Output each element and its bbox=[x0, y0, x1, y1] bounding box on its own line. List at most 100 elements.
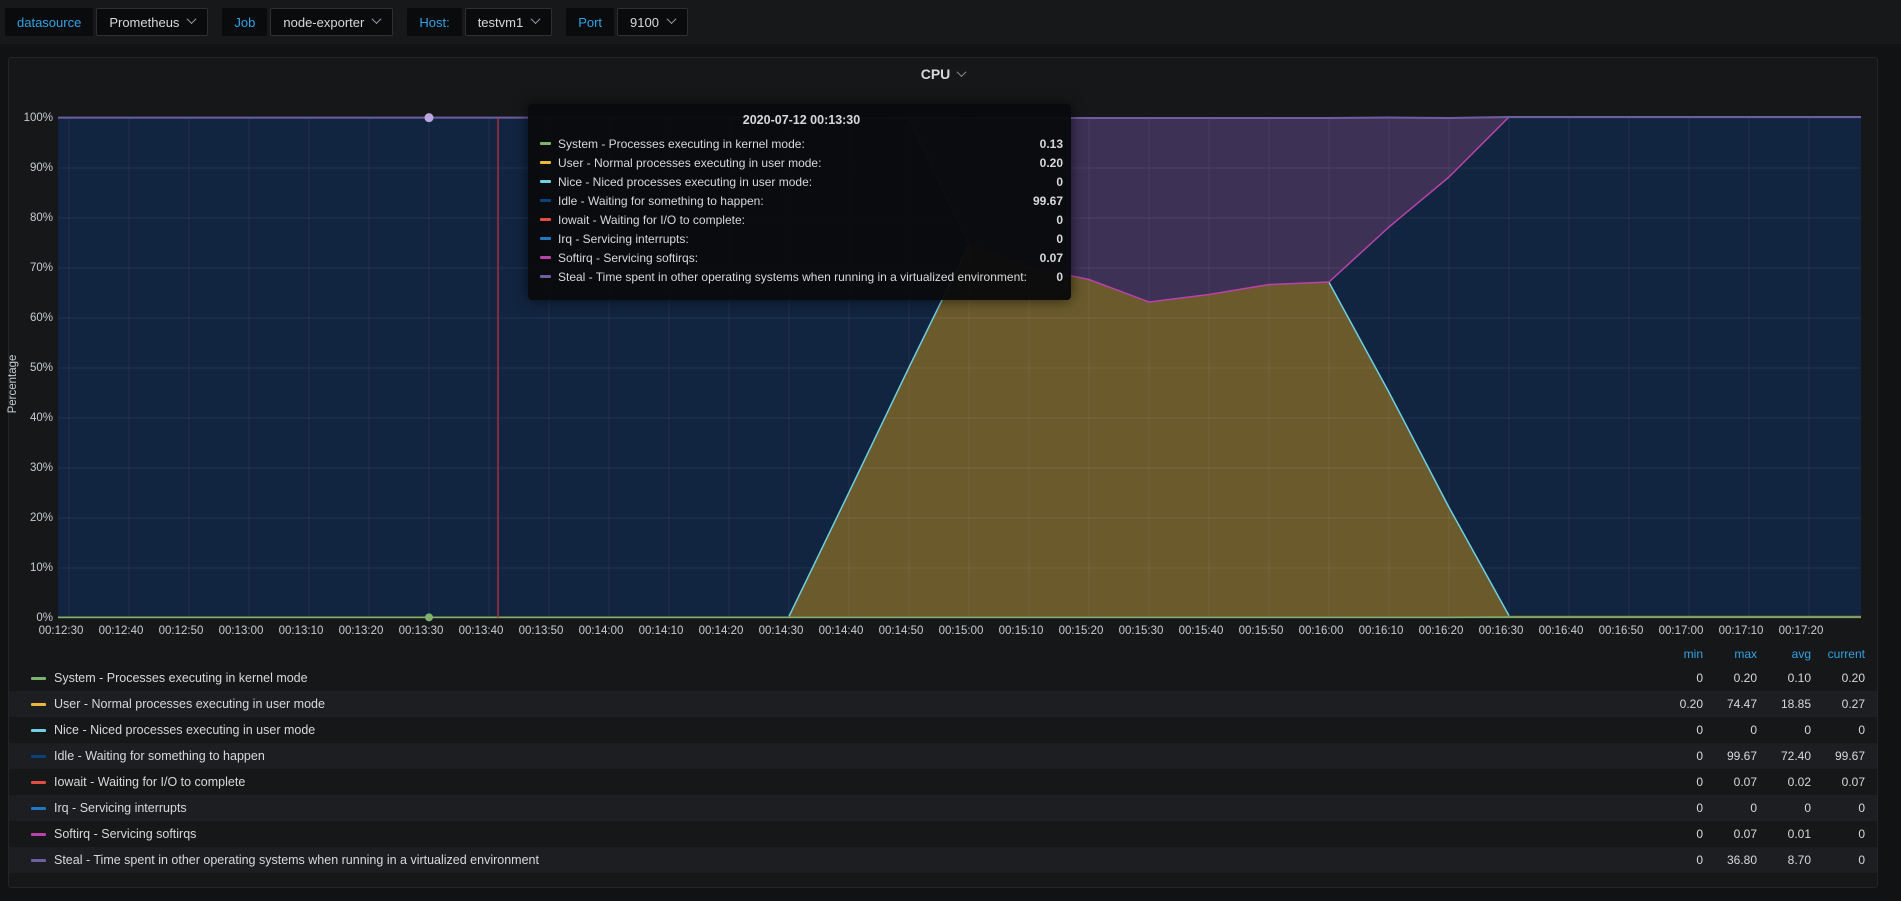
legend-series-name[interactable]: Iowait - Waiting for I/O to complete bbox=[54, 775, 1649, 789]
panel-title: CPU bbox=[921, 66, 951, 82]
chevron-down-icon bbox=[957, 67, 967, 77]
legend-current-value: 0.07 bbox=[1811, 775, 1865, 789]
x-tick-label: 00:16:20 bbox=[1409, 624, 1473, 638]
legend-avg-value: 18.85 bbox=[1757, 697, 1811, 711]
x-tick-label: 00:16:30 bbox=[1469, 624, 1533, 638]
series-color-icon bbox=[540, 256, 551, 259]
series-color-icon[interactable] bbox=[31, 859, 46, 862]
x-tick-label: 00:13:00 bbox=[209, 624, 273, 638]
variable-label: Job bbox=[222, 8, 267, 36]
legend-avg-value: 0.10 bbox=[1757, 671, 1811, 685]
legend-header: minmaxavgcurrent bbox=[9, 643, 1877, 665]
tooltip-series-label: Softirq - Servicing softirqs: bbox=[558, 251, 1040, 265]
legend-current-value: 0 bbox=[1811, 723, 1865, 737]
variable-dropdown[interactable]: testvm1 bbox=[465, 8, 553, 36]
panel-header[interactable]: CPU bbox=[9, 62, 1877, 86]
tooltip-series-label: Steal - Time spent in other operating sy… bbox=[558, 270, 1056, 284]
legend-max-value: 74.47 bbox=[1703, 697, 1757, 711]
legend-current-value: 0 bbox=[1811, 827, 1865, 841]
y-tick-label: 30% bbox=[9, 461, 53, 475]
tooltip-row: System - Processes executing in kernel m… bbox=[540, 134, 1063, 153]
tooltip-row: Steal - Time spent in other operating sy… bbox=[540, 267, 1063, 286]
x-tick-label: 00:16:00 bbox=[1289, 624, 1353, 638]
x-tick-label: 00:14:40 bbox=[809, 624, 873, 638]
x-tick-label: 00:15:20 bbox=[1049, 624, 1113, 638]
x-tick-label: 00:13:10 bbox=[269, 624, 333, 638]
legend-series-name[interactable]: User - Normal processes executing in use… bbox=[54, 697, 1649, 711]
series-color-icon[interactable] bbox=[31, 781, 46, 784]
legend-series-name[interactable]: System - Processes executing in kernel m… bbox=[54, 671, 1649, 685]
variable-dropdown[interactable]: 9100 bbox=[617, 8, 688, 36]
variable-group-0: datasourcePrometheus bbox=[5, 8, 208, 36]
tooltip-series-value: 0 bbox=[1056, 232, 1063, 246]
legend-series-name[interactable]: Idle - Waiting for something to happen bbox=[54, 749, 1649, 763]
x-tick-label: 00:15:30 bbox=[1109, 624, 1173, 638]
legend-column-min[interactable]: min bbox=[1649, 647, 1703, 661]
tooltip-row: Irq - Servicing interrupts:0 bbox=[540, 229, 1063, 248]
legend-column-current[interactable]: current bbox=[1811, 647, 1865, 661]
series-color-icon[interactable] bbox=[31, 833, 46, 836]
tooltip-series-value: 0 bbox=[1056, 175, 1063, 189]
tooltip-row: Iowait - Waiting for I/O to complete:0 bbox=[540, 210, 1063, 229]
graph-tooltip: 2020-07-12 00:13:30 System - Processes e… bbox=[528, 104, 1071, 300]
legend-row: Irq - Servicing interrupts0000 bbox=[9, 795, 1877, 821]
variable-label: Host: bbox=[407, 8, 461, 36]
x-tick-label: 00:15:50 bbox=[1229, 624, 1293, 638]
series-color-icon[interactable] bbox=[31, 755, 46, 758]
legend-column-avg[interactable]: avg bbox=[1757, 647, 1811, 661]
legend-max-value: 0.07 bbox=[1703, 775, 1757, 789]
y-tick-label: 60% bbox=[9, 311, 53, 325]
grafana-dashboard: datasourcePrometheus Jobnode-exporter Host… bbox=[0, 0, 1901, 901]
tooltip-timestamp: 2020-07-12 00:13:30 bbox=[540, 113, 1063, 127]
series-color-icon bbox=[540, 237, 551, 240]
y-tick-label: 20% bbox=[9, 511, 53, 525]
y-tick-label: 90% bbox=[9, 161, 53, 175]
variable-label: datasource bbox=[5, 8, 93, 36]
series-color-icon[interactable] bbox=[31, 703, 46, 706]
legend-max-value: 0.07 bbox=[1703, 827, 1757, 841]
x-tick-label: 00:17:00 bbox=[1649, 624, 1713, 638]
legend-series-name[interactable]: Steal - Time spent in other operating sy… bbox=[54, 853, 1649, 867]
series-color-icon bbox=[540, 142, 551, 145]
variable-dropdown[interactable]: node-exporter bbox=[270, 8, 393, 36]
y-tick-label: 10% bbox=[9, 561, 53, 575]
x-tick-label: 00:12:50 bbox=[149, 624, 213, 638]
tooltip-series-label: System - Processes executing in kernel m… bbox=[558, 137, 1040, 151]
x-tick-label: 00:14:10 bbox=[629, 624, 693, 638]
legend-series-name[interactable]: Irq - Servicing interrupts bbox=[54, 801, 1649, 815]
legend-avg-value: 0 bbox=[1757, 801, 1811, 815]
x-tick-label: 00:14:00 bbox=[569, 624, 633, 638]
legend-avg-value: 0 bbox=[1757, 723, 1811, 737]
x-tick-label: 00:17:10 bbox=[1709, 624, 1773, 638]
legend-row: Steal - Time spent in other operating sy… bbox=[9, 847, 1877, 873]
series-color-icon[interactable] bbox=[31, 677, 46, 680]
legend-current-value: 0 bbox=[1811, 801, 1865, 815]
legend-row: User - Normal processes executing in use… bbox=[9, 691, 1877, 717]
legend-avg-value: 72.40 bbox=[1757, 749, 1811, 763]
variable-label: Port bbox=[566, 8, 614, 36]
y-tick-label: 100% bbox=[9, 111, 53, 125]
tooltip-series-label: Iowait - Waiting for I/O to complete: bbox=[558, 213, 1056, 227]
series-color-icon bbox=[540, 161, 551, 164]
legend-max-value: 0.20 bbox=[1703, 671, 1757, 685]
x-tick-label: 00:17:20 bbox=[1769, 624, 1833, 638]
legend-column-max[interactable]: max bbox=[1703, 647, 1757, 661]
legend-min-value: 0 bbox=[1649, 749, 1703, 763]
legend-min-value: 0 bbox=[1649, 801, 1703, 815]
chevron-down-icon bbox=[372, 14, 382, 24]
variable-group-1: Jobnode-exporter bbox=[222, 8, 393, 36]
tooltip-series-value: 0.20 bbox=[1040, 156, 1063, 170]
series-color-icon bbox=[540, 180, 551, 183]
tooltip-series-value: 99.67 bbox=[1033, 194, 1063, 208]
legend-series-name[interactable]: Softirq - Servicing softirqs bbox=[54, 827, 1649, 841]
series-color-icon[interactable] bbox=[31, 729, 46, 732]
variable-group-3: Port9100 bbox=[566, 8, 688, 36]
series-color-icon[interactable] bbox=[31, 807, 46, 810]
tooltip-series-label: Nice - Niced processes executing in user… bbox=[558, 175, 1056, 189]
x-tick-label: 00:13:50 bbox=[509, 624, 573, 638]
legend-max-value: 0 bbox=[1703, 723, 1757, 737]
variable-dropdown[interactable]: Prometheus bbox=[96, 8, 208, 36]
legend-series-name[interactable]: Nice - Niced processes executing in user… bbox=[54, 723, 1649, 737]
legend-avg-value: 0.01 bbox=[1757, 827, 1811, 841]
y-axis-title: Percentage bbox=[7, 324, 19, 444]
